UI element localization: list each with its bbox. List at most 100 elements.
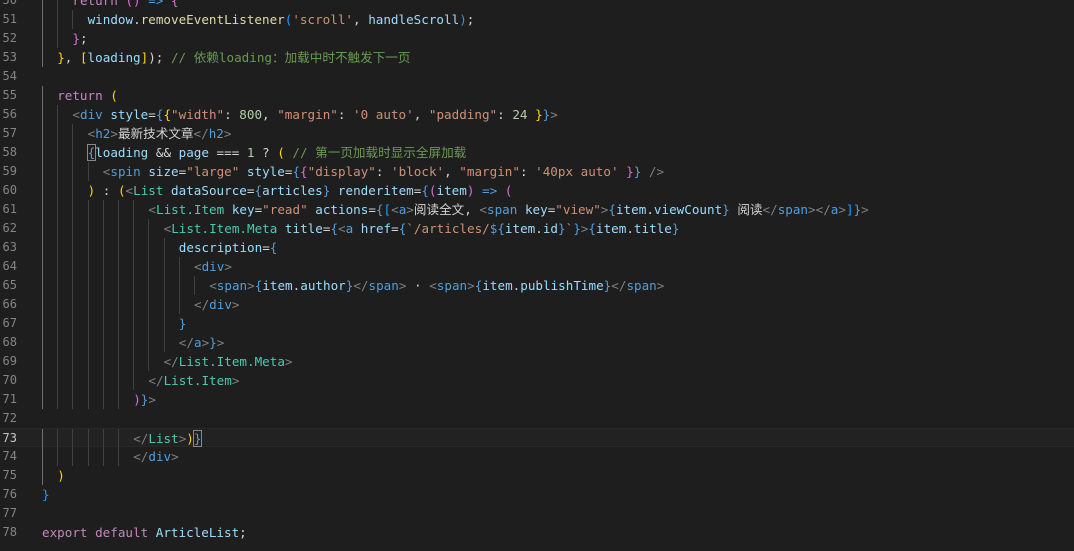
code-line-78[interactable]: 78 export default ArticleList; [0, 523, 1074, 542]
line-code: <div> [194, 257, 232, 276]
code-token: </ [194, 297, 210, 312]
indent-guide [42, 295, 43, 314]
code-token: item [504, 221, 536, 236]
code-token: , [353, 12, 369, 27]
indent-guide [42, 352, 43, 371]
code-token: { [300, 164, 308, 179]
code-line-52[interactable]: 52}; [0, 29, 1074, 48]
indent-guide [72, 447, 74, 466]
code-token: `/articles/ [406, 221, 490, 236]
code-token: "width" [171, 107, 225, 122]
indent-guide [42, 143, 43, 162]
code-token: > [398, 278, 415, 293]
line-number: 52 [2, 31, 17, 45]
code-line-70[interactable]: 70 </List.Item> [0, 371, 1074, 390]
code-token: : [337, 107, 354, 122]
code-token: => [482, 183, 505, 198]
code-line-50[interactable]: 50 return () => { [0, 0, 1074, 10]
code-token: ArticleList [155, 525, 240, 540]
code-line-69[interactable]: 69 </List.Item.Meta> [0, 352, 1074, 371]
code-token: export [42, 525, 96, 540]
code-line-75[interactable]: 75) [0, 466, 1074, 485]
code-editor[interactable]: 50 return () => {51 window.removeEventList… [0, 0, 1074, 551]
code-token: { [588, 221, 596, 236]
line-number: 74 [2, 449, 17, 463]
code-token: < [391, 202, 399, 217]
code-line-74[interactable]: 74 </div> [0, 447, 1074, 466]
indent-guide [72, 257, 74, 276]
code-line-54[interactable]: 54 [0, 67, 1074, 86]
code-token: 阅读全文, [413, 202, 480, 217]
line-code: <div style={{"width": 800, "margin": '0 … [72, 105, 557, 124]
code-token: > [284, 354, 293, 369]
code-line-57[interactable]: 57 <h2>最新技术文章</h2> [0, 124, 1074, 143]
indent-guide [87, 390, 89, 409]
code-token: </ [148, 373, 164, 388]
code-line-66[interactable]: 66 </div> [0, 295, 1074, 314]
indent-guide [102, 257, 104, 276]
code-line-61[interactable]: 61 <List.Item key="read" actions={[<a>阅读全… [0, 200, 1074, 219]
code-line-62[interactable]: 62 <List.Item.Meta title={<a href={`/arti… [0, 219, 1074, 238]
code-token: () [125, 0, 149, 8]
line-code: </List>)} [133, 429, 203, 448]
code-token: "padding" [428, 107, 498, 122]
indent-guide [148, 314, 150, 333]
indent-guide [42, 429, 43, 448]
code-token: ) [133, 392, 141, 407]
code-token: } [626, 164, 634, 179]
code-line-65[interactable]: 65 <span>{item.author}</span> · <span>{it… [0, 276, 1074, 295]
code-token: { [608, 202, 616, 217]
code-token: div [201, 259, 225, 274]
code-token: , [64, 50, 80, 65]
code-line-55[interactable]: 55 return ( [0, 86, 1074, 105]
indent-guide [118, 314, 119, 333]
code-token: > [838, 202, 846, 217]
code-token: : [102, 183, 118, 198]
code-token: dataSource [171, 183, 247, 198]
code-token: > [223, 126, 232, 141]
indent-guide [118, 276, 119, 295]
code-token: '0 auto' [353, 107, 414, 122]
indent-guide [163, 295, 165, 314]
indent-guide [57, 200, 59, 219]
code-token: < [72, 107, 80, 122]
code-line-68[interactable]: 68 </a>}> [0, 333, 1074, 352]
code-line-73[interactable]: 73 </List>)} [0, 428, 1074, 448]
indent-guide [148, 295, 150, 314]
code-token: </ [353, 278, 369, 293]
code-token: } [42, 487, 50, 502]
code-line-59[interactable]: 59 <spin size="large" style={{"display": … [0, 162, 1074, 181]
code-token: List.Item [155, 202, 232, 217]
code-token: { [254, 183, 263, 198]
code-token: = [148, 107, 156, 122]
code-line-77[interactable]: 77 [0, 504, 1074, 523]
code-line-67[interactable]: 67} [0, 314, 1074, 333]
code-line-63[interactable]: 63 description={ [0, 238, 1074, 257]
code-token: = [391, 221, 399, 236]
code-token: : [375, 164, 392, 179]
indent-guide [163, 238, 165, 257]
code-line-51[interactable]: 51 window.removeEventListener('scroll', h… [0, 10, 1074, 29]
code-token: ( [277, 145, 293, 160]
code-token: 'block' [391, 164, 445, 179]
code-line-53[interactable]: 53}, [loading]); // 依赖loading：加载中时不触发下一页 [0, 48, 1074, 67]
code-line-72[interactable]: 72 [0, 409, 1074, 428]
code-line-76[interactable]: 76} [0, 485, 1074, 504]
code-token: = [368, 202, 376, 217]
code-line-71[interactable]: 71)}> [0, 390, 1074, 409]
code-token: , [444, 164, 460, 179]
code-token: > [148, 392, 156, 407]
indent-guide [42, 390, 43, 409]
code-line-64[interactable]: 64 <div> [0, 257, 1074, 276]
indent-guide [87, 276, 89, 295]
code-line-58[interactable]: 58 {loading && page === 1 ? ( // 第一页加载时显示… [0, 143, 1074, 162]
indent-guide [57, 333, 59, 352]
line-number: 53 [2, 50, 17, 64]
code-line-56[interactable]: 56 <div style={{"width": 800, "margin": '… [0, 105, 1074, 124]
indent-guide [72, 162, 74, 181]
indent-guide [72, 314, 74, 333]
code-token: </ [133, 431, 149, 446]
indent-guide [42, 257, 43, 276]
code-line-60[interactable]: 60) : (<List dataSource={articles} rende… [0, 181, 1074, 200]
line-code: </a>}> [179, 333, 225, 352]
